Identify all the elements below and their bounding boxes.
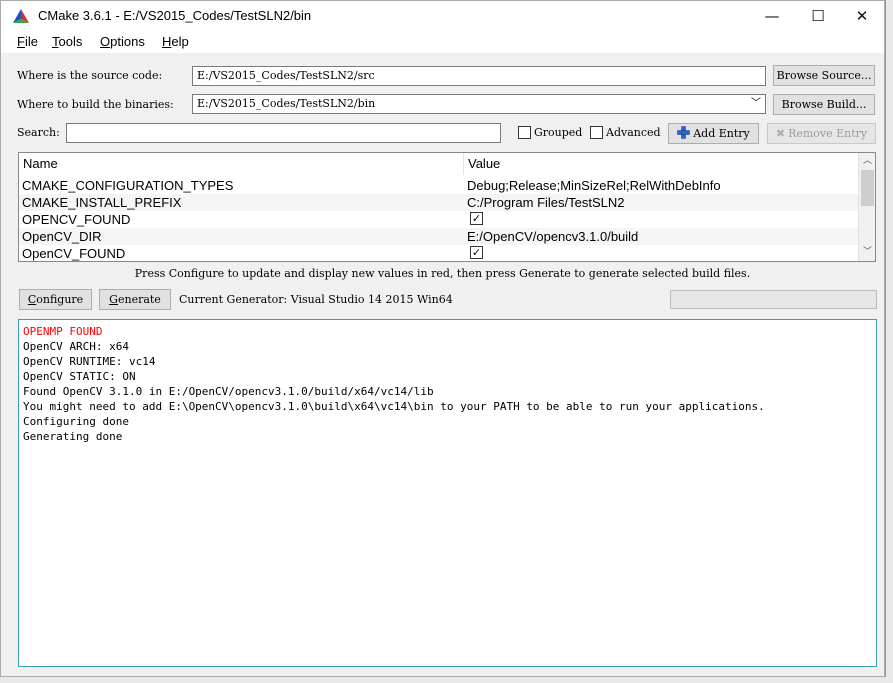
grouped-checkbox-box[interactable] — [518, 126, 531, 139]
configure-button[interactable]: Configure — [19, 289, 92, 310]
column-header-name[interactable]: Name — [19, 153, 464, 175]
advanced-checkbox-box[interactable] — [590, 126, 603, 139]
minimize-button[interactable]: — — [749, 1, 795, 31]
column-header-value[interactable]: Value — [464, 153, 859, 175]
scroll-thumb[interactable] — [861, 170, 874, 206]
configure-hint: Press Configure to update and display ne… — [134, 267, 751, 280]
close-button[interactable]: ✕ — [839, 1, 885, 31]
output-line: Found OpenCV 3.1.0 in E:/OpenCV/opencv3.… — [23, 385, 434, 398]
output-line: Generating done — [23, 430, 123, 443]
cmake-window: CMake 3.6.1 - E:/VS2015_Codes/TestSLN2/b… — [0, 0, 885, 677]
chevron-down-icon[interactable]: ﹀ — [751, 95, 761, 113]
remove-entry-button[interactable]: ✖ Remove Entry — [767, 123, 876, 144]
row-name: OPENCV_FOUND — [22, 212, 131, 227]
advanced-checkbox[interactable]: Advanced — [590, 125, 661, 141]
table-row[interactable]: OPENCV_FOUND ✓ — [19, 211, 859, 228]
maximize-button[interactable]: ☐ — [795, 1, 841, 31]
output-log[interactable]: OPENMP FOUND OpenCV ARCH: x64 OpenCV RUNTI… — [18, 319, 877, 667]
search-input[interactable] — [66, 123, 501, 143]
table-scrollbar[interactable]: ︿ ﹀ — [858, 153, 875, 261]
row-value[interactable]: C:/Program Files/TestSLN2 — [467, 194, 625, 211]
menu-help[interactable]: Help — [162, 34, 189, 49]
table-row[interactable]: OpenCV_DIR E:/OpenCV/opencv3.1.0/build — [19, 228, 859, 245]
remove-icon: ✖ — [775, 127, 786, 140]
add-entry-label: Add Entry — [693, 127, 750, 140]
scroll-down-icon[interactable]: ﹀ — [859, 244, 875, 261]
output-line: OpenCV RUNTIME: vc14 — [23, 355, 156, 368]
row-name: CMAKE_CONFIGURATION_TYPES — [22, 178, 234, 193]
background-window-edge — [885, 0, 893, 683]
scroll-up-icon[interactable]: ︿ — [859, 153, 875, 170]
generate-button[interactable]: Generate — [99, 289, 171, 310]
row-checkbox[interactable]: ✓ — [470, 246, 483, 259]
cmake-logo-icon — [13, 9, 29, 23]
add-entry-button[interactable]: Add Entry — [668, 123, 759, 144]
row-name: OpenCV_DIR — [22, 229, 102, 244]
source-label: Where is the source code: — [17, 69, 163, 82]
build-path-value: E:/VS2015_Codes/TestSLN2/bin — [197, 97, 376, 110]
build-path-combo[interactable]: E:/VS2015_Codes/TestSLN2/bin ﹀ — [192, 94, 766, 114]
plus-icon — [677, 126, 690, 139]
table-row[interactable]: CMAKE_INSTALL_PREFIX C:/Program Files/Te… — [19, 194, 859, 211]
output-line: OPENMP FOUND — [23, 325, 103, 338]
row-checkbox[interactable]: ✓ — [470, 212, 483, 225]
grouped-label: Grouped — [534, 126, 583, 139]
output-line: OpenCV ARCH: x64 — [23, 340, 129, 353]
menu-file[interactable]: File — [17, 34, 38, 49]
background-window-edge-bottom — [0, 677, 893, 683]
table-row[interactable]: CMAKE_CONFIGURATION_TYPES Debug;Release;… — [19, 177, 859, 194]
build-label: Where to build the binaries: — [17, 98, 174, 111]
source-path-field[interactable]: E:/VS2015_Codes/TestSLN2/src — [192, 66, 766, 86]
row-name: CMAKE_INSTALL_PREFIX — [22, 195, 182, 210]
window-title: CMake 3.6.1 - E:/VS2015_Codes/TestSLN2/b… — [38, 8, 312, 23]
progress-bar — [670, 290, 877, 309]
title-bar[interactable]: CMake 3.6.1 - E:/VS2015_Codes/TestSLN2/b… — [1, 1, 884, 31]
output-line: OpenCV STATIC: ON — [23, 370, 136, 383]
menu-tools[interactable]: Tools — [52, 34, 82, 49]
current-generator: Current Generator: Visual Studio 14 2015… — [179, 293, 453, 306]
table-row[interactable]: OpenCV_FOUND ✓ — [19, 245, 859, 261]
output-line: You might need to add E:\OpenCV\opencv3.… — [23, 400, 765, 413]
grouped-checkbox[interactable]: Grouped — [518, 125, 582, 141]
row-name: OpenCV_FOUND — [22, 246, 126, 261]
advanced-label: Advanced — [606, 126, 661, 139]
search-label: Search: — [17, 126, 60, 139]
menu-bar: File Tools Options Help — [1, 31, 884, 53]
row-value[interactable]: E:/OpenCV/opencv3.1.0/build — [467, 228, 638, 245]
cache-table[interactable]: Name Value CMAKE_CONFIGURATION_TYPES Deb… — [18, 152, 876, 262]
row-value[interactable]: Debug;Release;MinSizeRel;RelWithDebInfo — [467, 177, 721, 194]
browse-build-button[interactable]: Browse Build... — [773, 94, 875, 115]
remove-entry-label: Remove Entry — [788, 127, 868, 140]
browse-source-button[interactable]: Browse Source... — [773, 65, 875, 86]
menu-options[interactable]: Options — [100, 34, 145, 49]
output-line: Configuring done — [23, 415, 129, 428]
